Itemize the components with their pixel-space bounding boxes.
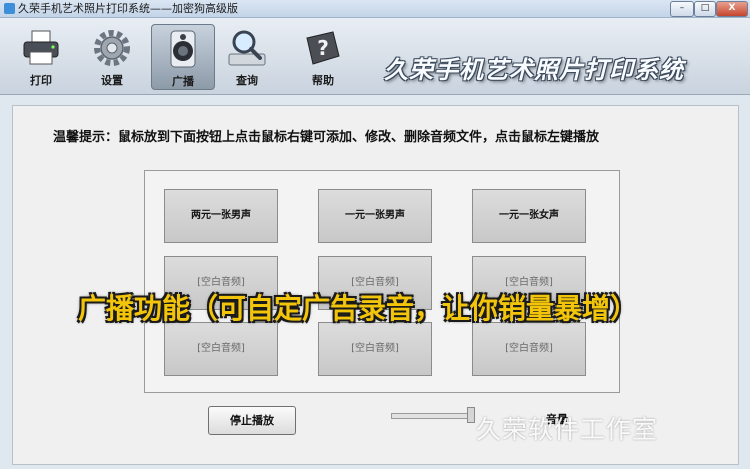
toolbar-settings-button[interactable]: 设置 — [81, 24, 143, 88]
sound-button-grid: 两元一张男声 一元一张男声 一元一张女声 [空白音频] [空白音频] [空白音频… — [144, 170, 620, 393]
toolbar-broadcast-label: 广播 — [172, 75, 194, 88]
printer-icon — [23, 30, 59, 65]
sound-button[interactable]: 一元一张男声 — [318, 189, 432, 243]
toolbar-query-label: 查询 — [236, 74, 258, 87]
app-icon — [4, 3, 15, 14]
sound-button[interactable]: 两元一张男声 — [164, 189, 278, 243]
sound-button[interactable]: 一元一张女声 — [472, 189, 586, 243]
toolbar-query-button[interactable]: 查询 — [216, 24, 278, 88]
close-button[interactable]: X — [716, 1, 748, 17]
toolbar-settings-label: 设置 — [101, 74, 123, 87]
studio-watermark: 久荣软件工作室 — [476, 415, 659, 444]
promo-caption: 广播功能（可自定广告录音，让你销量暴增） — [78, 292, 639, 325]
stop-playback-button[interactable]: 停止播放 — [208, 406, 296, 435]
search-icon — [228, 30, 266, 66]
toolbar-print-button[interactable]: 打印 — [10, 24, 72, 88]
title-bar: 久荣手机艺术照片打印系统——加密狗高级版 – □ X — [0, 0, 750, 18]
minimize-button[interactable]: – — [670, 1, 694, 17]
sound-button[interactable]: [空白音频] — [472, 322, 586, 376]
speaker-icon — [170, 30, 196, 68]
help-icon: ? — [306, 31, 340, 65]
main-toolbar: 打印 设置 广播 查询 ? 帮助 久荣手机艺术照片打印系统 — [0, 18, 750, 95]
window-title: 久荣手机艺术照片打印系统——加密狗高级版 — [18, 2, 238, 15]
gear-icon — [94, 30, 130, 66]
maximize-button[interactable]: □ — [694, 1, 716, 17]
hint-text: 温馨提示：鼠标放到下面按钮上点击鼠标右键可添加、修改、删除音频文件，点击鼠标左键… — [53, 130, 600, 145]
brand-title: 久荣手机艺术照片打印系统 — [384, 56, 684, 84]
sound-button[interactable]: [空白音频] — [164, 322, 278, 376]
volume-slider[interactable] — [391, 413, 473, 419]
toolbar-print-label: 打印 — [30, 74, 52, 87]
toolbar-help-label: 帮助 — [312, 74, 334, 87]
toolbar-broadcast-button[interactable]: 广播 — [151, 24, 215, 90]
toolbar-help-button[interactable]: ? 帮助 — [292, 24, 354, 88]
sound-button[interactable]: [空白音频] — [318, 322, 432, 376]
volume-slider-thumb[interactable] — [467, 407, 475, 423]
svg-text:?: ? — [317, 36, 329, 60]
